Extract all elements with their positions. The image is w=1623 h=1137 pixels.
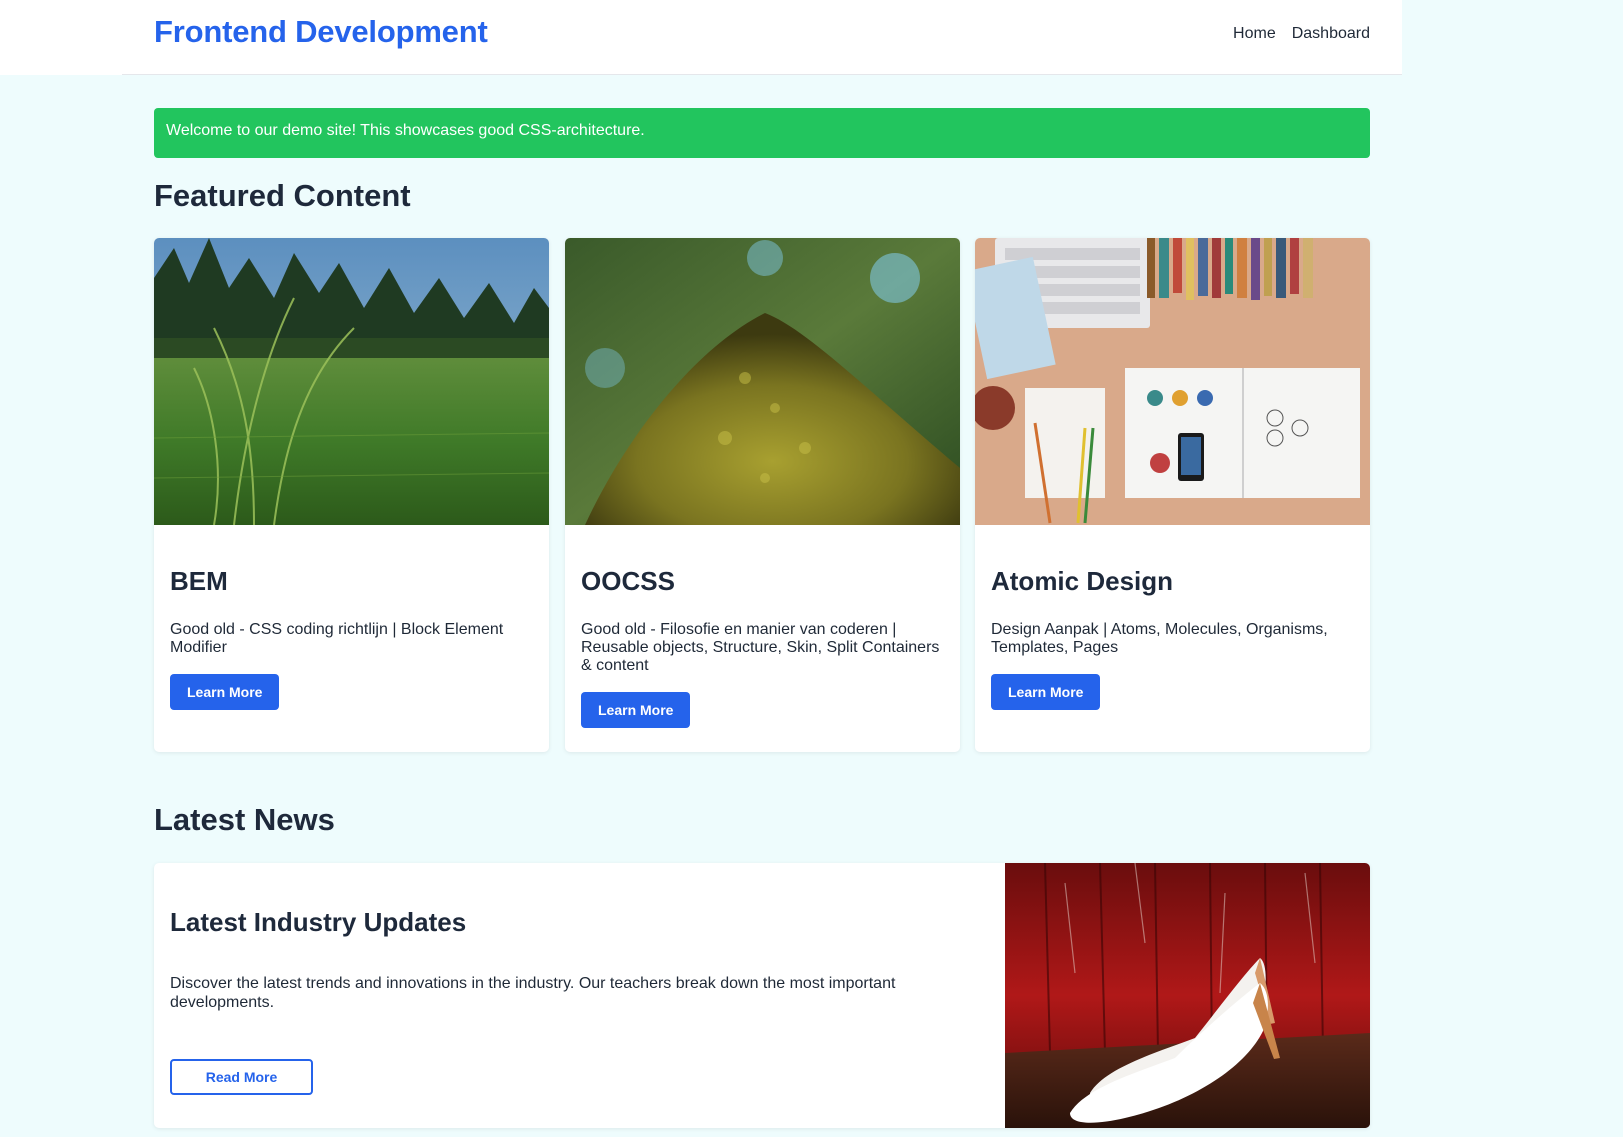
welcome-alert: Welcome to our demo site! This showcases…: [154, 108, 1370, 158]
main-nav: Home Dashboard: [1233, 25, 1370, 43]
nav-home-link[interactable]: Home: [1233, 25, 1276, 43]
mossy-tree-image: [565, 238, 960, 525]
news-description: Discover the latest trends and innovatio…: [170, 975, 896, 1011]
card-title: Atomic Design: [991, 566, 1174, 596]
feature-card-oocss: OOCSS Good old - Filosofie en manier van…: [565, 238, 960, 752]
desk-workspace-image: [975, 238, 1370, 525]
card-title: OOCSS: [581, 566, 675, 596]
card-description: Good old - Filosofie en manier van coder…: [581, 621, 940, 674]
featured-section-title: Featured Content: [154, 178, 411, 213]
learn-more-button[interactable]: Learn More: [170, 674, 280, 710]
news-title: Latest Industry Updates: [170, 907, 467, 937]
news-section-title: Latest News: [154, 802, 335, 837]
card-description: Good old - CSS coding richtlijn | Block …: [170, 621, 504, 656]
news-card: Latest Industry Updates Discover the lat…: [154, 863, 1370, 1128]
read-more-button[interactable]: Read More: [170, 1059, 313, 1095]
card-title: BEM: [170, 566, 228, 596]
learn-more-button[interactable]: Learn More: [991, 674, 1101, 710]
grass-field-image: [154, 238, 549, 525]
feature-card-bem: BEM Good old - CSS coding richtlijn | Bl…: [154, 238, 549, 752]
white-heels-image: [1005, 863, 1370, 1128]
feature-card-atomic-design: Atomic Design Design Aanpak | Atoms, Mol…: [975, 238, 1370, 752]
site-header: Frontend Development Home Dashboard: [122, 0, 1402, 75]
page-background-strip: [1402, 0, 1623, 75]
card-description: Design Aanpak | Atoms, Molecules, Organi…: [991, 621, 1328, 656]
learn-more-button[interactable]: Learn More: [581, 692, 691, 728]
site-brand[interactable]: Frontend Development: [154, 14, 488, 50]
nav-dashboard-link[interactable]: Dashboard: [1292, 25, 1370, 43]
header-background: [0, 0, 122, 75]
